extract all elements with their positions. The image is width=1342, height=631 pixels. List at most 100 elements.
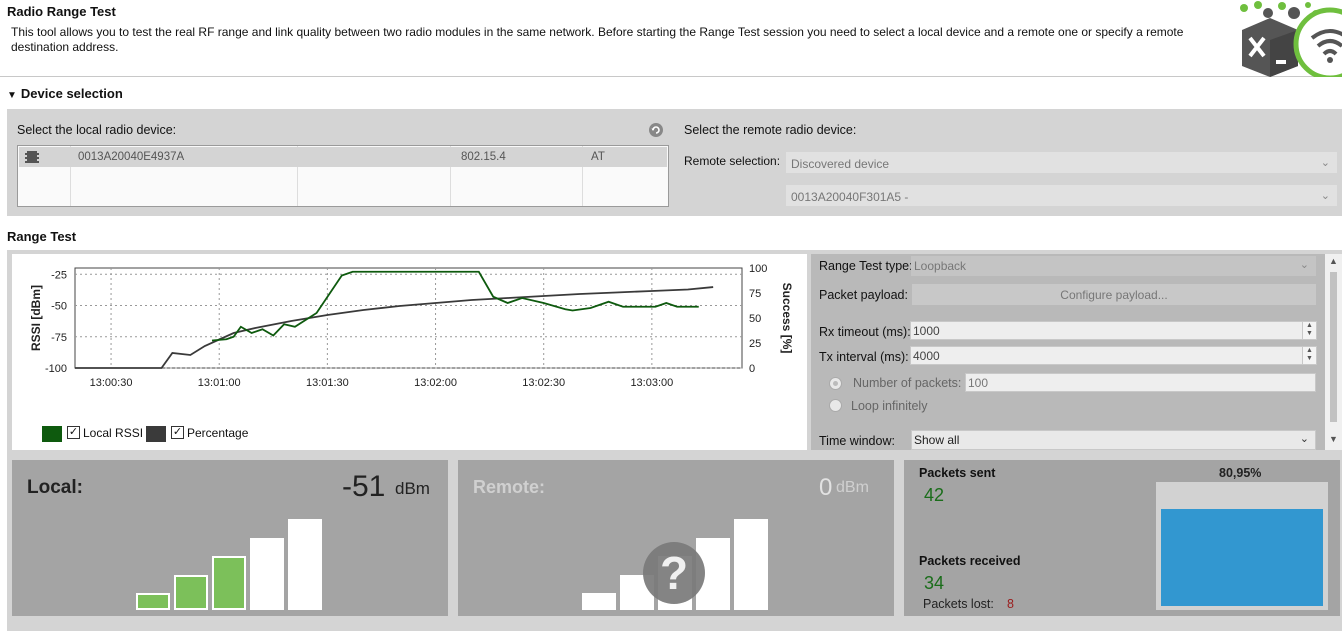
range-test-config-panel: Range Test type: Loopback ⌄ Packet paylo… — [811, 254, 1325, 450]
remote-selection-dropdown[interactable]: Discovered device ⌄ — [786, 152, 1337, 173]
series-line-percentage — [75, 286, 714, 369]
radio-module-icon — [25, 151, 39, 163]
signal-bar — [582, 593, 616, 610]
remote-meter-title: Remote: — [473, 477, 546, 497]
success-gauge — [1156, 482, 1328, 610]
rssi-chart: 13:00:30 13:01:00 13:01:30 13:02:00 13:02:30… — [29, 263, 794, 389]
y2-axis-label: Success [%] — [780, 283, 794, 354]
device-protocol-cell: 802.15.4 — [461, 151, 506, 163]
time-window-value: Show all — [914, 433, 960, 447]
signal-bar — [136, 593, 170, 610]
device-selection-title: Device selection — [20, 86, 123, 101]
packets-lost-value: 8 — [1007, 597, 1014, 611]
y-tick-label: -25 — [51, 269, 67, 281]
range-test-type-dropdown[interactable]: Loopback ⌄ — [911, 256, 1316, 276]
x-tick-label: 13:01:00 — [198, 377, 241, 389]
y-tick-label: -75 — [51, 332, 67, 344]
packet-stats-panel: Packets sent 42 Packets received 34 Pack… — [904, 460, 1340, 616]
page-description: This tool allows you to test the real RF… — [11, 25, 1184, 54]
legend-swatch-rssi — [42, 426, 62, 442]
y2-tick-label: 25 — [749, 338, 761, 350]
legend-swatch-percentage — [146, 426, 166, 442]
range-test-type-value: Loopback — [914, 259, 967, 273]
table-row[interactable]: 0013A20040E4937A 802.15.4 AT — [19, 147, 667, 167]
time-window-label: Time window: — [819, 434, 895, 448]
chart-area: 13:00:30 13:01:00 13:01:30 13:02:00 13:02:30… — [12, 254, 807, 450]
signal-bar — [288, 519, 322, 610]
rx-timeout-value: 1000 — [913, 324, 940, 338]
legend-label-rssi: Local RSSI — [83, 426, 144, 440]
remote-selection-value: Discovered device — [791, 157, 890, 171]
tx-interval-stepper[interactable]: ▲ ▼ — [1302, 347, 1316, 364]
x-tick-label: 13:00:30 — [90, 377, 133, 389]
device-mode-cell: AT — [591, 151, 605, 163]
unknown-question-icon: ? — [643, 542, 705, 604]
packet-payload-label: Packet payload: — [819, 288, 908, 302]
range-test-type-label: Range Test type: — [819, 259, 913, 273]
config-scrollbar[interactable]: ▲ ▼ — [1325, 254, 1342, 450]
range-test-title: Range Test — [7, 229, 77, 244]
rx-timeout-input[interactable]: 1000 ▲ ▼ — [910, 321, 1317, 340]
loop-infinitely-radio[interactable] — [829, 399, 842, 412]
y2-tick-label: 50 — [749, 313, 761, 325]
remote-device-label: Select the remote radio device: — [684, 123, 857, 137]
y2-tick-label: 100 — [749, 263, 767, 275]
page-header: Radio Range Test This tool allows you to… — [0, 0, 1342, 77]
tx-interval-value: 4000 — [913, 349, 940, 363]
tx-interval-label: Tx interval (ms): — [819, 350, 909, 364]
number-of-packets-input[interactable]: 100 — [965, 373, 1316, 392]
series-line-local-rssi — [211, 270, 699, 342]
remote-device-dropdown[interactable]: 0013A20040F301A5 - ⌄ — [786, 185, 1337, 206]
x-tick-label: 13:02:00 — [414, 377, 457, 389]
number-of-packets-radio[interactable] — [829, 377, 842, 390]
y-tick-label: -50 — [51, 301, 67, 313]
x-tick-label: 13:03:00 — [630, 377, 673, 389]
collapse-triangle-icon[interactable]: ▼ — [7, 90, 17, 101]
time-window-dropdown[interactable]: Show all ⌄ — [911, 430, 1316, 450]
packets-received-label: Packets received — [919, 554, 1021, 568]
x-tick-label: 13:02:30 — [522, 377, 565, 389]
scroll-up-icon[interactable]: ▲ — [1329, 256, 1338, 266]
chevron-down-icon: ⌄ — [1299, 259, 1309, 271]
remote-rssi-unit: dBm — [836, 479, 869, 496]
packets-sent-label: Packets sent — [919, 466, 996, 480]
refresh-icon[interactable] — [648, 122, 664, 138]
scroll-down-icon[interactable]: ▼ — [1329, 434, 1338, 444]
remote-rssi-value: 0 — [819, 474, 833, 501]
local-rssi-unit: dBm — [395, 479, 430, 498]
page-title: Radio Range Test — [7, 4, 116, 19]
success-gauge-fill — [1161, 508, 1323, 606]
device-selection-header[interactable]: ▼ Device selection — [7, 86, 123, 101]
rx-timeout-label: Rx timeout (ms): — [819, 325, 911, 339]
device-address-cell: 0013A20040E4937A — [78, 151, 185, 163]
remote-device-value: 0013A20040F301A5 - — [791, 190, 909, 204]
y-tick-label: -100 — [45, 363, 67, 375]
local-meter: Local: -51 dBm — [12, 460, 448, 616]
configure-payload-button[interactable]: Configure payload... — [912, 284, 1316, 305]
chevron-down-icon: ⌄ — [1320, 157, 1330, 169]
y2-tick-label: 75 — [749, 288, 761, 300]
legend-checkbox-percentage[interactable]: ✓ — [171, 426, 184, 439]
local-meter-title: Local: — [27, 477, 83, 498]
chevron-down-icon: ⌄ — [1299, 433, 1309, 445]
rx-timeout-stepper[interactable]: ▲ ▼ — [1302, 322, 1316, 339]
local-device-table: 0013A20040E4937A 802.15.4 AT — [17, 145, 669, 207]
tx-interval-input[interactable]: 4000 ▲ ▼ — [910, 346, 1317, 365]
packets-sent-value: 42 — [924, 485, 945, 505]
signal-bar — [250, 537, 284, 610]
local-rssi-value: -51 — [342, 470, 386, 503]
number-of-packets-label: Number of packets: — [853, 376, 962, 390]
y-axis-label: RSSI [dBm] — [29, 285, 43, 351]
packets-lost-label: Packets lost: — [923, 597, 994, 611]
success-percent-label: 80,95% — [1219, 466, 1262, 480]
signal-bar — [174, 574, 208, 610]
y2-tick-label: 0 — [749, 363, 755, 375]
chevron-down-icon: ⌄ — [1320, 190, 1330, 202]
remote-meter: Remote: 0 dBm ? — [458, 460, 894, 616]
range-test-logo-icon — [1240, 1, 1342, 77]
scrollbar-thumb[interactable] — [1330, 272, 1337, 422]
remote-selection-label: Remote selection: — [684, 154, 781, 168]
signal-bar — [734, 519, 768, 610]
legend-checkbox-rssi[interactable]: ✓ — [67, 426, 80, 439]
packets-received-value: 34 — [924, 573, 945, 593]
